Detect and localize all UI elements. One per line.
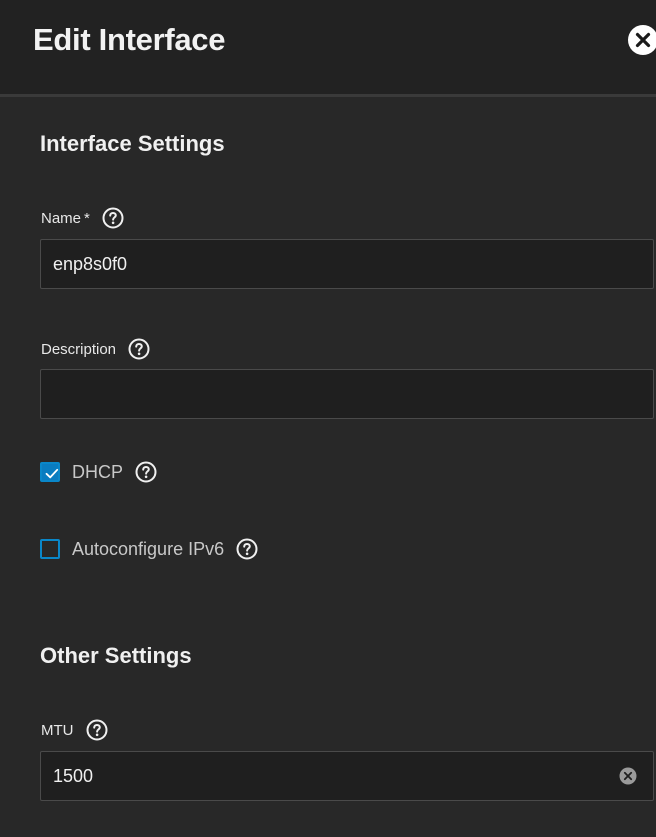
mtu-label: MTU: [41, 721, 74, 739]
dhcp-label: DHCP: [72, 461, 124, 482]
help-icon[interactable]: [102, 207, 124, 229]
required-marker: *: [84, 209, 90, 227]
interface-settings-heading: Interface Settings: [40, 131, 225, 156]
description-input[interactable]: [53, 370, 613, 418]
autoconfigure-ipv6-label: Autoconfigure IPv6: [72, 538, 225, 559]
edit-interface-panel: Edit Interface Interface Settings Name *…: [0, 0, 656, 837]
panel-header: Edit Interface: [0, 0, 656, 97]
name-field[interactable]: [40, 239, 654, 289]
check-icon: [45, 468, 59, 479]
panel-title: Edit Interface: [33, 22, 226, 57]
description-field[interactable]: [40, 369, 654, 419]
clear-icon[interactable]: [619, 767, 637, 785]
mtu-field[interactable]: [40, 751, 654, 801]
help-icon[interactable]: [128, 338, 150, 360]
name-label-row: Name *: [41, 207, 124, 229]
help-icon[interactable]: [86, 719, 108, 741]
help-icon[interactable]: [236, 538, 258, 560]
description-label-row: Description: [41, 338, 150, 360]
help-icon[interactable]: [135, 461, 157, 483]
close-button[interactable]: [628, 25, 656, 55]
dhcp-row: DHCP: [40, 461, 157, 483]
autoconfigure-ipv6-checkbox[interactable]: [40, 539, 60, 559]
dhcp-checkbox[interactable]: [40, 462, 60, 482]
close-icon: [635, 32, 651, 48]
name-label: Name: [41, 209, 82, 227]
other-settings-heading: Other Settings: [40, 643, 192, 668]
description-label: Description: [41, 340, 117, 358]
name-input[interactable]: [53, 240, 613, 288]
autoconfigure-ipv6-row: Autoconfigure IPv6: [40, 538, 258, 560]
mtu-input[interactable]: [53, 752, 613, 800]
mtu-label-row: MTU: [41, 719, 108, 741]
